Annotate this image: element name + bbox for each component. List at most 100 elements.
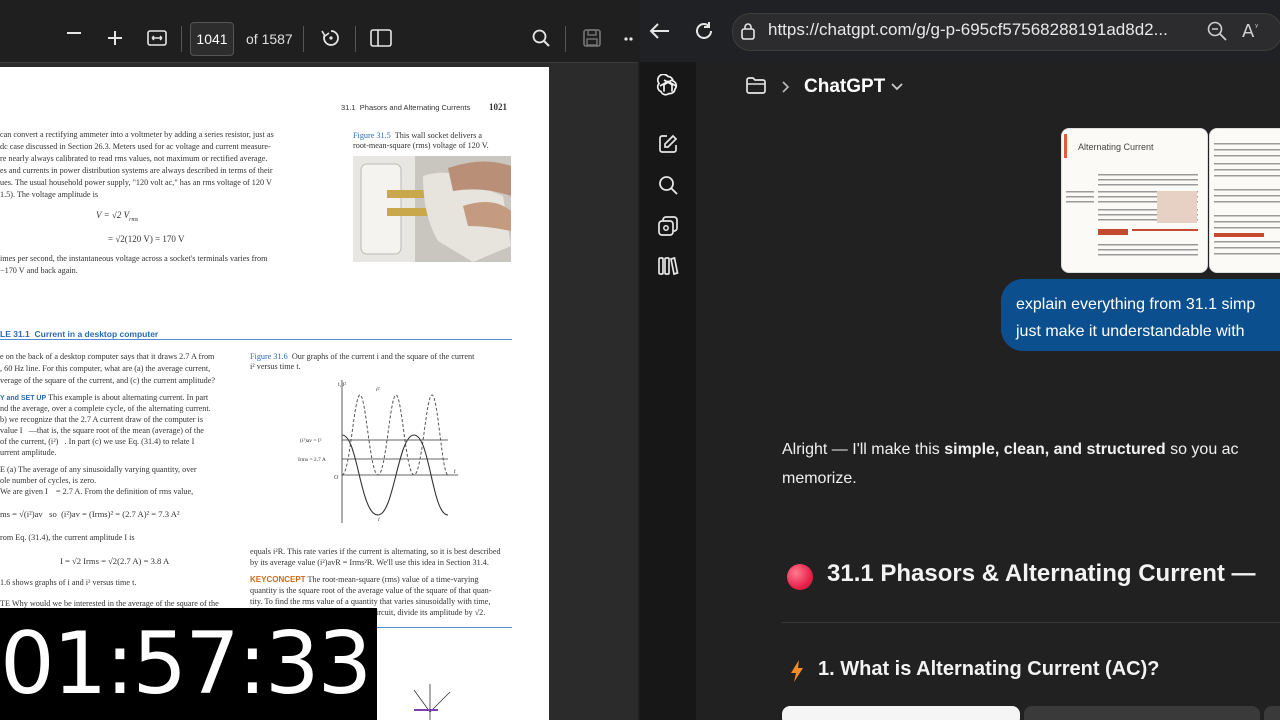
user-message-line: explain everything from 31.1 simp (1016, 296, 1256, 313)
chat-pane: https://chatgpt.com/g/g-p-695cf575682881… (640, 0, 1280, 720)
toolbar-divider (181, 26, 182, 52)
graph-label: i² (376, 387, 380, 393)
graph-label: i (378, 517, 380, 523)
rule (376, 627, 512, 628)
body-text-line: es and currents in power distribution sy… (0, 166, 273, 175)
graph-label: O (334, 475, 339, 481)
read-aloud-icon[interactable]: Aʸ (1242, 20, 1266, 42)
search-icon[interactable] (532, 29, 550, 47)
body-text-line: e on the back of a desktop computer says… (0, 352, 215, 361)
body-text-line: ircuit, divide its amplitude by √2. (376, 608, 486, 617)
zoom-out-icon[interactable] (67, 32, 81, 34)
body-text-line: b) we recognize that the 2.7 A current d… (0, 415, 204, 424)
red-circle-icon (787, 564, 813, 590)
figure-caption: Figure 31.5 This wall socket delivers a (353, 131, 483, 140)
body-text-line: 1.5). The voltage amplitude is (0, 190, 99, 199)
body-text-line: 1.6 shows graphs of i and i² versus time… (0, 578, 137, 587)
openai-logo-icon[interactable] (656, 74, 680, 98)
figure-caption: Figure 31.6 Our graphs of the current i … (250, 352, 475, 361)
pdf-page-thumbnail: Alternating Current (1064, 134, 1198, 256)
model-selector[interactable]: ChatGPT (804, 76, 903, 98)
body-text-line: ole number of cycles, is zero. (0, 476, 97, 485)
graph-label: Irms = 2.7 A (298, 457, 326, 463)
body-text-line: urrent amplitude. (0, 448, 57, 457)
equation: I = √2 Irms = √2(2.7 A) = 3.8 A (60, 556, 170, 566)
zoom-in-icon[interactable] (108, 31, 122, 45)
url-text: https://chatgpt.com/g/g-p-695cf575682881… (768, 20, 1168, 39)
body-text-line: tity. To find the rms value of a quantit… (250, 597, 491, 606)
attachment-thumbnail[interactable] (1209, 128, 1280, 273)
rotate-icon[interactable] (320, 28, 342, 48)
figure-caption: i² versus time t. (250, 362, 301, 371)
body-text-line: ues. The usual household power supply, "… (0, 178, 272, 187)
thumbnail-title: Alternating Current (1078, 142, 1154, 152)
attachment-thumbnail[interactable]: Alternating Current (1061, 128, 1208, 273)
page-number-input[interactable] (190, 22, 234, 56)
figure-caption: root-mean-square (rms) voltage of 120 V. (353, 141, 489, 150)
table-header-cell (1024, 706, 1260, 720)
assistant-reply-line: Alright — I'll make this simple, clean, … (782, 441, 1239, 458)
body-text-line: rom Eq. (31.4), the current amplitude I … (0, 533, 135, 542)
body-text-line: by its average value (i²)avR = Irms²R. W… (250, 558, 489, 567)
chevron-right-icon (782, 81, 790, 93)
body-text-line: Y and SET UP This example is about alter… (0, 393, 209, 402)
body-text-line: nd the average, over a complete cycle, o… (0, 404, 211, 413)
fit-page-icon[interactable] (147, 30, 167, 46)
back-arrow-icon[interactable] (648, 22, 670, 40)
toolbar-divider (303, 26, 304, 52)
save-icon[interactable] (583, 29, 601, 47)
running-head: 31.1 Phasors and Alternating Currents (341, 103, 471, 112)
page-view-icon[interactable] (370, 29, 392, 47)
figure-label: Figure 31.6 (250, 352, 288, 361)
site-info-icon[interactable] (740, 22, 756, 40)
body-text-line: −170 V and back again. (0, 266, 78, 275)
folder-icon[interactable] (746, 77, 766, 95)
browser-toolbar: https://chatgpt.com/g/g-p-695cf575682881… (640, 0, 1280, 62)
body-text-line: of the current, (i²) . In part (c) we us… (0, 437, 195, 446)
equation: V = √2 Vrms (96, 210, 139, 223)
chat-sidebar (640, 62, 696, 720)
body-text-line: We are given I = 2.7 A. From the definit… (0, 487, 194, 496)
table-header-cell (782, 706, 1020, 720)
images-icon[interactable] (657, 215, 679, 237)
body-text-line: value I —that is, the square root of the… (0, 426, 204, 435)
svg-text:A: A (1242, 21, 1255, 42)
zoom-icon[interactable] (1207, 21, 1227, 41)
body-text-line: can convert a rectifying ammeter into a … (0, 130, 274, 139)
section-heading: 31.1 Phasors & Alternating Current — (827, 560, 1256, 587)
lightning-icon (791, 660, 803, 682)
subsection-heading: 1. What is Alternating Current (AC)? (818, 658, 1160, 680)
pdf-page-thumbnail (1214, 143, 1280, 255)
pdf-toolbar: of 1587 (0, 0, 638, 63)
body-text-line: , 60 Hz line. For this computer, what ar… (0, 364, 211, 373)
equation: ms = √(i²)av so (i²)av = (Irms)² = (2.7 … (0, 509, 180, 519)
library-icon[interactable] (657, 256, 679, 276)
toolbar-divider (355, 26, 356, 52)
svg-text:ʸ: ʸ (1255, 23, 1259, 33)
chevron-down-icon (891, 83, 903, 91)
reload-icon[interactable] (694, 21, 714, 41)
divider (782, 622, 1280, 623)
table-header-cell (1264, 706, 1280, 720)
phasor-diagram (413, 684, 451, 720)
pdf-viewer-pane: of 1587 31.1 Phasors and Alternating Cur… (0, 0, 638, 720)
user-message: explain everything from 31.1 simp just m… (1001, 279, 1280, 351)
user-message-line: just make it understandable with (1016, 323, 1245, 340)
body-text-line: dc case discussed in Section 26.3. Meter… (0, 142, 271, 151)
new-chat-icon[interactable] (658, 134, 678, 154)
body-text-line: verage of the square of the current, and… (0, 376, 216, 385)
equation: = √2(120 V) = 170 V (108, 234, 185, 244)
example-heading: LE 31.1 Current in a desktop computer (0, 329, 159, 339)
figure-label: Figure 31.5 (353, 131, 391, 140)
search-icon[interactable] (658, 175, 678, 195)
current-graph: i, i² i² (i²)av = I² Irms = 2.7 A O t i (298, 380, 458, 523)
body-text-line: E (a) The average of any sinusoidally va… (0, 465, 197, 474)
graph-label: (i²)av = I² (300, 437, 322, 444)
timer-display: 01:57:33 (0, 614, 372, 714)
assistant-reply-line: memorize. (782, 470, 857, 487)
toolbar-divider (565, 26, 566, 52)
page-total-label: of 1587 (246, 31, 293, 47)
body-text-line: quantity is the square root of the avera… (250, 586, 492, 595)
more-options-icon[interactable] (624, 37, 636, 41)
graph-axis-label: i, i² (338, 382, 346, 388)
